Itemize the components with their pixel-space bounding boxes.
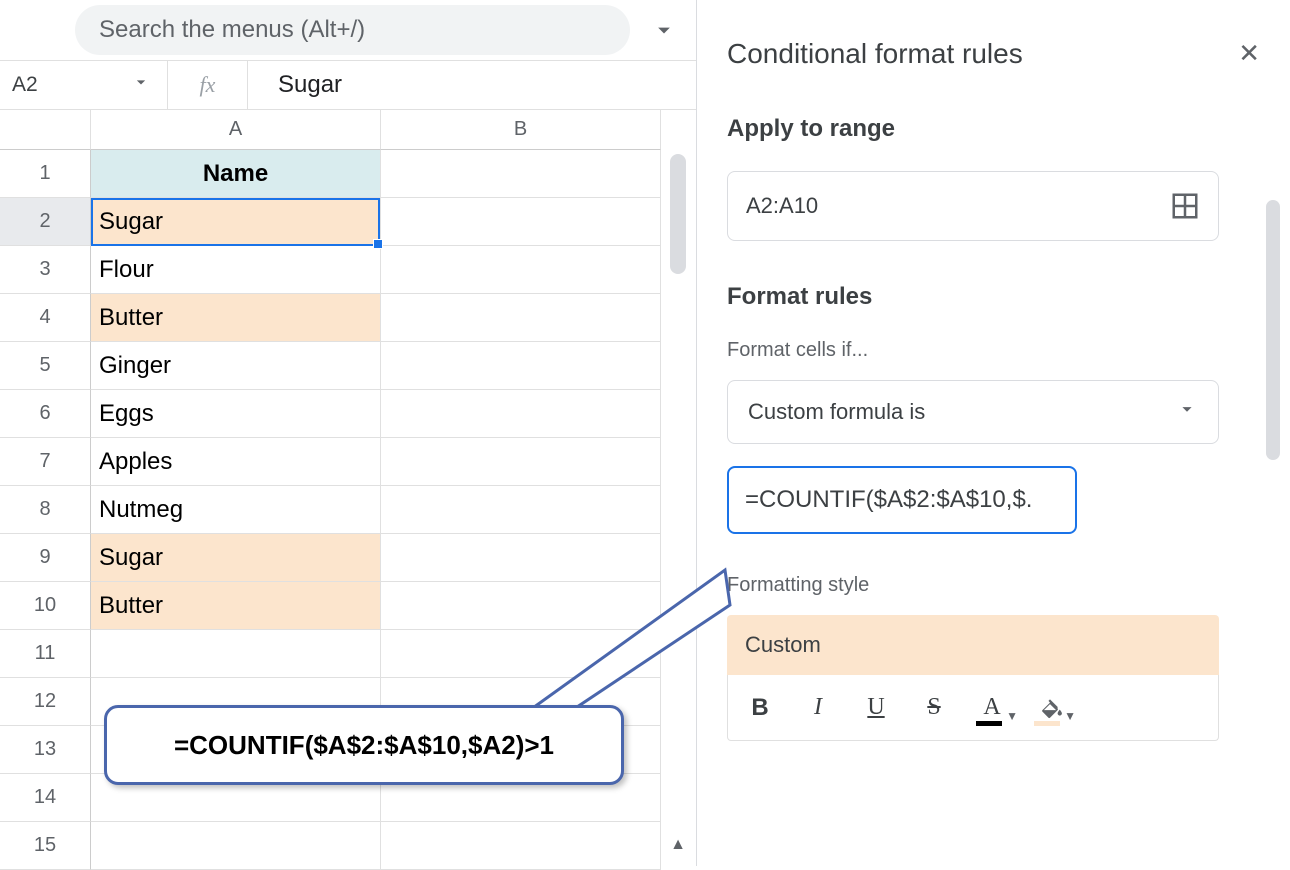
fill-color-swatch xyxy=(1034,721,1060,726)
condition-select[interactable]: Custom formula is xyxy=(727,380,1219,444)
apply-to-range-label: Apply to range xyxy=(727,115,1266,143)
paint-bucket-icon xyxy=(1037,695,1063,721)
range-input[interactable]: A2:A10 xyxy=(727,171,1219,241)
row-header[interactable]: 6 xyxy=(0,390,91,438)
table-row: 11 xyxy=(0,630,696,678)
cell-b4[interactable] xyxy=(381,294,661,342)
bold-button[interactable]: B xyxy=(732,684,788,732)
style-toolbar: B I U S A ▼ ▼ xyxy=(727,675,1219,741)
cell-b7[interactable] xyxy=(381,438,661,486)
custom-formula-input[interactable]: =COUNTIF($A$2:$A$10,$. xyxy=(727,466,1077,534)
cell-b8[interactable] xyxy=(381,486,661,534)
menu-search-placeholder: Search the menus (Alt+/) xyxy=(99,16,365,44)
row-header[interactable]: 1 xyxy=(0,150,91,198)
formula-callout: =COUNTIF($A$2:$A$10,$A2)>1 xyxy=(104,705,624,785)
strikethrough-button[interactable]: S xyxy=(906,684,962,732)
chevron-down-icon[interactable] xyxy=(650,16,678,44)
text-color-swatch xyxy=(976,721,1002,726)
text-color-button[interactable]: A ▼ xyxy=(964,684,1020,732)
cell-b11[interactable] xyxy=(381,630,661,678)
name-box-dropdown-icon[interactable] xyxy=(131,72,151,98)
table-row: 5Ginger xyxy=(0,342,696,390)
row-header[interactable]: 12 xyxy=(0,678,91,726)
dropdown-icon: ▼ xyxy=(1064,709,1076,724)
table-row: 10Butter xyxy=(0,582,696,630)
cell-a11[interactable] xyxy=(91,630,381,678)
column-header-b[interactable]: B xyxy=(381,110,661,150)
table-row: 15 xyxy=(0,822,696,870)
table-row: 9Sugar xyxy=(0,534,696,582)
name-box[interactable]: A2 xyxy=(0,61,168,109)
cell-b1[interactable] xyxy=(381,150,661,198)
fill-color-button[interactable]: ▼ xyxy=(1022,684,1078,732)
row-header[interactable]: 14 xyxy=(0,774,91,822)
fx-label: fx xyxy=(168,61,248,109)
formula-bar-input[interactable]: Sugar xyxy=(248,71,342,99)
row-header[interactable]: 5 xyxy=(0,342,91,390)
column-header-a[interactable]: A xyxy=(91,110,381,150)
conditional-format-panel: Conditional format rules ✕ Apply to rang… xyxy=(696,0,1290,866)
cell-a3[interactable]: Flour xyxy=(91,246,381,294)
range-picker-icon[interactable] xyxy=(1170,191,1200,221)
row-header[interactable]: 7 xyxy=(0,438,91,486)
cell-a10[interactable]: Butter xyxy=(91,582,381,630)
callout-text: =COUNTIF($A$2:$A$10,$A2)>1 xyxy=(174,730,554,761)
cell-a9[interactable]: Sugar xyxy=(91,534,381,582)
close-icon[interactable]: ✕ xyxy=(1232,32,1266,75)
cell-a8[interactable]: Nutmeg xyxy=(91,486,381,534)
cell-b3[interactable] xyxy=(381,246,661,294)
custom-formula-value: =COUNTIF($A$2:$A$10,$. xyxy=(745,486,1032,514)
cell-a5[interactable]: Ginger xyxy=(91,342,381,390)
table-row: 3Flour xyxy=(0,246,696,294)
italic-button[interactable]: I xyxy=(790,684,846,732)
name-box-value: A2 xyxy=(12,73,38,97)
row-header[interactable]: 10 xyxy=(0,582,91,630)
style-name: Custom xyxy=(745,632,821,658)
row-header[interactable]: 13 xyxy=(0,726,91,774)
cell-b9[interactable] xyxy=(381,534,661,582)
table-row: 7Apples xyxy=(0,438,696,486)
row-header[interactable]: 4 xyxy=(0,294,91,342)
cell-a15[interactable] xyxy=(91,822,381,870)
underline-button[interactable]: U xyxy=(848,684,904,732)
row-header[interactable]: 8 xyxy=(0,486,91,534)
cell-a1[interactable]: Name xyxy=(91,150,381,198)
format-cells-if-label: Format cells if... xyxy=(727,339,1266,362)
cell-b6[interactable] xyxy=(381,390,661,438)
row-header[interactable]: 11 xyxy=(0,630,91,678)
dropdown-icon xyxy=(1176,398,1198,426)
panel-title: Conditional format rules xyxy=(727,38,1023,70)
cell-a2[interactable]: Sugar xyxy=(91,198,381,246)
table-row: 2Sugar xyxy=(0,198,696,246)
cell-a7[interactable]: Apples xyxy=(91,438,381,486)
vertical-scrollbar[interactable] xyxy=(670,154,686,274)
row-header[interactable]: 3 xyxy=(0,246,91,294)
row-header[interactable]: 15 xyxy=(0,822,91,870)
scroll-up-icon[interactable]: ▲ xyxy=(670,836,686,854)
panel-scrollbar[interactable] xyxy=(1266,200,1280,460)
condition-selected: Custom formula is xyxy=(748,399,925,425)
cell-b5[interactable] xyxy=(381,342,661,390)
table-row: 8Nutmeg xyxy=(0,486,696,534)
cell-b2[interactable] xyxy=(381,198,661,246)
select-all-corner[interactable] xyxy=(0,110,91,150)
cell-b15[interactable] xyxy=(381,822,661,870)
row-header[interactable]: 9 xyxy=(0,534,91,582)
cell-a4[interactable]: Butter xyxy=(91,294,381,342)
menu-search-input[interactable]: Search the menus (Alt+/) xyxy=(75,5,630,55)
row-header[interactable]: 2 xyxy=(0,198,91,246)
range-value: A2:A10 xyxy=(746,193,818,219)
style-preview[interactable]: Custom xyxy=(727,615,1219,675)
table-row: 4Butter xyxy=(0,294,696,342)
cell-a6[interactable]: Eggs xyxy=(91,390,381,438)
table-row: 6Eggs xyxy=(0,390,696,438)
column-headers: A B xyxy=(0,110,696,150)
table-row: 1Name xyxy=(0,150,696,198)
cell-b10[interactable] xyxy=(381,582,661,630)
format-rules-label: Format rules xyxy=(727,283,1266,311)
dropdown-icon: ▼ xyxy=(1006,709,1018,724)
formatting-style-label: Formatting style xyxy=(727,574,1266,597)
